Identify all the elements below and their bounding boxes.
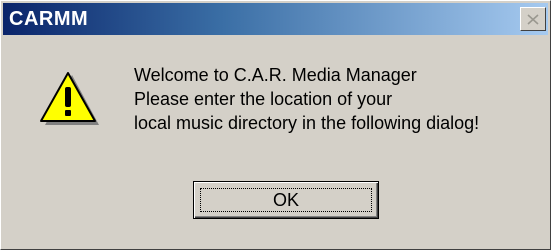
title-bar[interactable]: CARMM [3, 3, 548, 35]
close-button[interactable] [520, 7, 546, 31]
focus-rectangle: OK [200, 188, 372, 212]
message-dialog: CARMM Welcome to C.A.R. Media Manager Pl… [0, 0, 551, 250]
message-line-3: local music directory in the following d… [134, 113, 480, 133]
ok-button-label: OK [272, 189, 299, 210]
message-line-1: Welcome to C.A.R. Media Manager [134, 65, 417, 85]
message-text: Welcome to C.A.R. Media Manager Please e… [134, 63, 544, 135]
message-line-2: Please enter the location of your [134, 89, 393, 109]
window-title: CARMM [9, 8, 89, 30]
close-x-icon [527, 13, 539, 25]
warning-icon [40, 72, 99, 125]
ok-button[interactable]: OK [193, 181, 379, 219]
